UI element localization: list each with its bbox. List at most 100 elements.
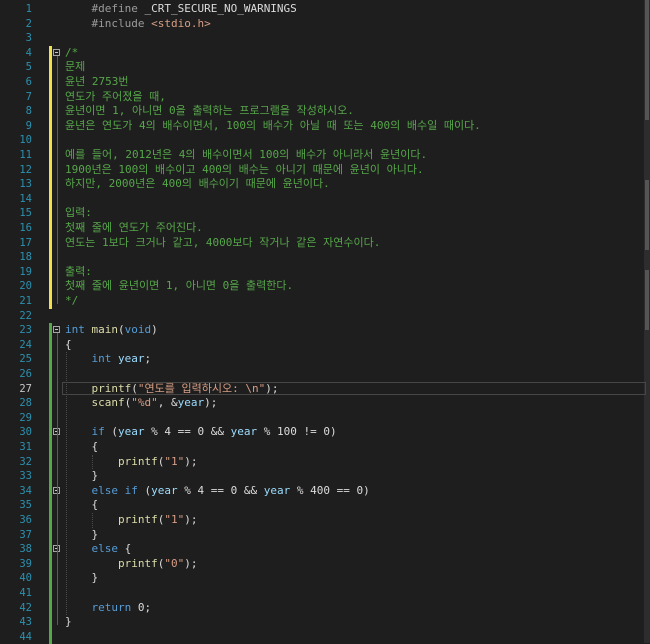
code-line[interactable]: 38 else { xyxy=(0,542,650,556)
code-line[interactable]: 17 연도는 1보다 크거나 같고, 4000보다 작거나 같은 자연수이다. xyxy=(0,236,650,250)
code-line[interactable]: 31 { xyxy=(0,440,650,454)
line-code[interactable]: 윤년이면 1, 아니면 0을 출력하는 프로그램을 작성하시오. xyxy=(65,104,354,118)
code-line[interactable]: 25 int year; xyxy=(0,352,650,366)
code-editor[interactable]: 1 #define _CRT_SECURE_NO_WARNINGS 2 #incl… xyxy=(0,0,650,644)
code-line[interactable]: 7 연도가 주어졌을 때, xyxy=(0,90,650,104)
indent-guide xyxy=(92,454,93,470)
line-code[interactable]: else { xyxy=(65,542,132,556)
line-code[interactable]: 첫째 줄에 연도가 주어진다. xyxy=(65,221,203,235)
line-code[interactable]: */ xyxy=(65,294,78,308)
line-code[interactable]: 문제 xyxy=(65,60,85,74)
line-code[interactable]: } xyxy=(65,571,98,585)
line-code[interactable]: printf("1"); xyxy=(65,513,198,527)
line-code[interactable]: } xyxy=(65,615,72,629)
line-code[interactable]: else if (year % 4 == 0 && year % 400 == … xyxy=(65,484,370,498)
code-line[interactable]: 4 /* xyxy=(0,46,650,60)
code-line[interactable]: 42 return 0; xyxy=(0,601,650,615)
line-code[interactable]: return 0; xyxy=(65,601,152,615)
code-line[interactable]: 44 xyxy=(0,630,650,644)
line-code[interactable]: /* xyxy=(65,46,78,60)
line-number: 18 xyxy=(19,251,32,264)
line-code[interactable]: if (year % 4 == 0 && year % 100 != 0) xyxy=(65,425,337,439)
line-number: 35 xyxy=(19,499,32,512)
line-code[interactable]: printf("0"); xyxy=(65,557,198,571)
line-code[interactable]: { xyxy=(65,498,98,512)
line-number: 40 xyxy=(19,572,32,585)
code-line[interactable]: 37 } xyxy=(0,528,650,542)
code-line[interactable]: 1 #define _CRT_SECURE_NO_WARNINGS xyxy=(0,2,650,16)
line-code[interactable]: 예를 들어, 2012년은 4의 배수이면서 100의 배수가 아니라서 윤년이… xyxy=(65,148,427,162)
code-line[interactable]: 13 하지만, 2000년은 400의 배수이기 때문에 윤년이다. xyxy=(0,177,650,191)
code-line[interactable]: 6 윤년 2753번 xyxy=(0,75,650,89)
line-number: 8 xyxy=(25,105,32,118)
line-number: 26 xyxy=(19,368,32,380)
code-line[interactable]: 15 입력: xyxy=(0,206,650,220)
line-code[interactable]: #define _CRT_SECURE_NO_WARNINGS xyxy=(65,2,297,16)
line-code[interactable]: 하지만, 2000년은 400의 배수이기 때문에 윤년이다. xyxy=(65,177,330,191)
line-code[interactable]: 연도가 주어졌을 때, xyxy=(65,90,166,104)
code-line[interactable]: 32 printf("1"); xyxy=(0,455,650,469)
code-line[interactable]: 43} xyxy=(0,615,650,629)
fold-toggle-icon[interactable] xyxy=(53,326,60,334)
line-number: 37 xyxy=(19,528,32,541)
line-code[interactable]: 입력: xyxy=(65,206,92,220)
code-line[interactable]: 11 예를 들어, 2012년은 4의 배수이면서 100의 배수가 아니라서 윤… xyxy=(0,148,650,162)
line-code[interactable]: 윤년은 연도가 4의 배수이면서, 100의 배수가 아닐 때 또는 400의 … xyxy=(65,119,481,133)
line-code[interactable]: 출력: xyxy=(65,265,92,279)
code-line[interactable]: 10 xyxy=(0,133,650,147)
code-line[interactable]: 22 xyxy=(0,309,650,323)
line-number: 24 xyxy=(19,338,32,351)
code-line[interactable]: 35 { xyxy=(0,498,650,512)
line-number: 12 xyxy=(19,163,32,176)
code-line[interactable]: 36 printf("1"); xyxy=(0,513,650,527)
line-code[interactable]: } xyxy=(65,469,98,483)
code-line[interactable]: 12 1900년은 100의 배수이고 400의 배수는 아니기 때문에 윤년이 … xyxy=(0,163,650,177)
line-code[interactable]: int main(void) xyxy=(65,323,158,337)
line-code[interactable]: scanf("%d", &year); xyxy=(65,396,218,410)
code-line[interactable]: 21 */ xyxy=(0,294,650,308)
code-line[interactable]: 39 printf("0"); xyxy=(0,557,650,571)
fold-toggle-icon[interactable] xyxy=(53,48,60,56)
line-number: 3 xyxy=(25,32,32,45)
line-code[interactable]: 첫째 줄에 윤년이면 1, 아니면 0을 출력한다. xyxy=(65,279,293,293)
code-line[interactable]: 3 xyxy=(0,31,650,45)
line-code[interactable]: 연도는 1보다 크거나 같고, 4000보다 작거나 같은 자연수이다. xyxy=(65,236,380,250)
line-number: 38 xyxy=(19,543,32,556)
current-line-highlight xyxy=(62,381,646,395)
code-line[interactable]: 40 } xyxy=(0,571,650,585)
line-code[interactable]: } xyxy=(65,528,98,542)
line-code[interactable]: 윤년 2753번 xyxy=(65,75,128,89)
code-line[interactable]: 8 윤년이면 1, 아니면 0을 출력하는 프로그램을 작성하시오. xyxy=(0,104,650,118)
code-line[interactable]: 41 xyxy=(0,586,650,600)
code-line[interactable]: 16 첫째 줄에 연도가 주어진다. xyxy=(0,221,650,235)
line-number: 32 xyxy=(19,455,32,468)
line-number: 5 xyxy=(25,61,32,74)
line-code[interactable]: 1900년은 100의 배수이고 400의 배수는 아니기 때문에 윤년이 아니… xyxy=(65,163,424,177)
code-line[interactable]: 28 scanf("%d", &year); xyxy=(0,396,650,410)
code-line[interactable]: 19 출력: xyxy=(0,265,650,279)
line-number: 28 xyxy=(19,397,32,410)
line-code[interactable]: { xyxy=(65,338,72,352)
line-code[interactable]: int year; xyxy=(65,352,152,366)
line-code[interactable]: { xyxy=(65,440,98,454)
code-line[interactable]: 26 xyxy=(0,367,650,381)
code-line[interactable]: 9 윤년은 연도가 4의 배수이면서, 100의 배수가 아닐 때 또는 400의… xyxy=(0,119,650,133)
line-number: 23 xyxy=(19,324,32,337)
code-line[interactable]: 14 xyxy=(0,192,650,206)
code-line[interactable]: 18 xyxy=(0,250,650,264)
line-code[interactable]: printf("1"); xyxy=(65,455,198,469)
line-number: 22 xyxy=(19,309,32,322)
code-line[interactable]: 24 { xyxy=(0,338,650,352)
code-line[interactable]: 20 첫째 줄에 윤년이면 1, 아니면 0을 출력한다. xyxy=(0,279,650,293)
line-number: 29 xyxy=(19,411,32,424)
code-line[interactable]: 30 if (year % 4 == 0 && year % 100 != 0) xyxy=(0,425,650,439)
code-line[interactable]: 5 문제 xyxy=(0,60,650,74)
code-line[interactable]: 33 } xyxy=(0,469,650,483)
line-number: 41 xyxy=(19,587,32,599)
code-line[interactable]: 34 else if (year % 4 == 0 && year % 400 … xyxy=(0,484,650,498)
code-line[interactable]: 2 #include <stdio.h> xyxy=(0,17,650,31)
line-number: 42 xyxy=(19,601,32,614)
line-code[interactable]: #include <stdio.h> xyxy=(65,17,211,31)
code-line[interactable]: 29 xyxy=(0,411,650,425)
code-line[interactable]: 23 int main(void) xyxy=(0,323,650,337)
